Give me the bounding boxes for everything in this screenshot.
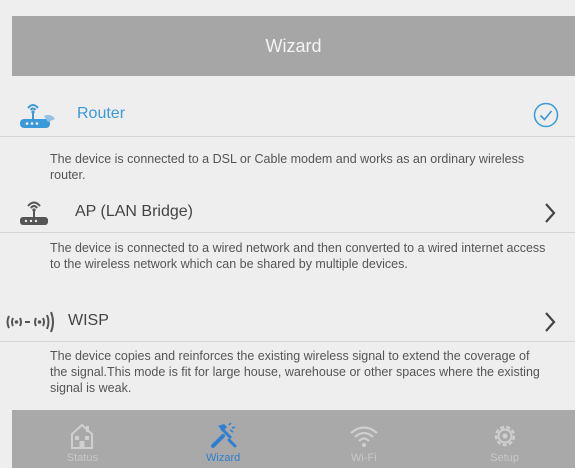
tab-setup[interactable]: Setup: [434, 410, 575, 468]
bottom-tab-bar: Status Wizard Wi-Fi Setup: [12, 410, 575, 468]
header-bar: Wizard: [12, 16, 575, 76]
mode-label-wisp: WISP: [68, 312, 109, 329]
mode-label-router: Router: [77, 105, 126, 122]
mode-option-ap[interactable]: AP (LAN Bridge): [0, 193, 575, 233]
mode-description-wisp: The device copies and reinforces the exi…: [50, 349, 540, 395]
wisp-icon: [6, 311, 54, 333]
mode-label-ap: AP (LAN Bridge): [75, 203, 193, 220]
tab-label-status: Status: [66, 452, 98, 464]
mode-description-router: The device is connected to a DSL or Cabl…: [50, 152, 525, 182]
tab-wifi[interactable]: Wi-Fi: [294, 410, 435, 468]
ap-icon: [20, 201, 48, 225]
mode-description-ap: The device is connected to a wired netwo…: [50, 241, 546, 271]
check-circle-icon[interactable]: [533, 102, 559, 128]
page-title: Wizard: [265, 35, 322, 56]
gear-icon: [494, 425, 515, 447]
tab-wizard[interactable]: Wizard: [153, 410, 294, 468]
wizard-tools-icon: [211, 422, 237, 448]
mode-option-router[interactable]: Router: [0, 93, 575, 137]
tab-label-wizard: Wizard: [206, 452, 241, 464]
wifi-icon: [350, 426, 378, 447]
tab-status[interactable]: Status: [12, 410, 153, 468]
mode-option-wisp[interactable]: WISP: [0, 302, 575, 342]
tab-label-wifi: Wi-Fi: [351, 452, 377, 464]
tab-label-setup: Setup: [490, 452, 519, 464]
router-icon: [20, 104, 55, 128]
mode-list: Router The device is connected to a DSL …: [0, 76, 575, 410]
chevron-right-icon[interactable]: [543, 202, 557, 224]
wizard-page: Wizard Router The device is connected to: [0, 0, 575, 468]
house-icon: [71, 423, 94, 449]
chevron-right-icon[interactable]: [543, 311, 557, 333]
